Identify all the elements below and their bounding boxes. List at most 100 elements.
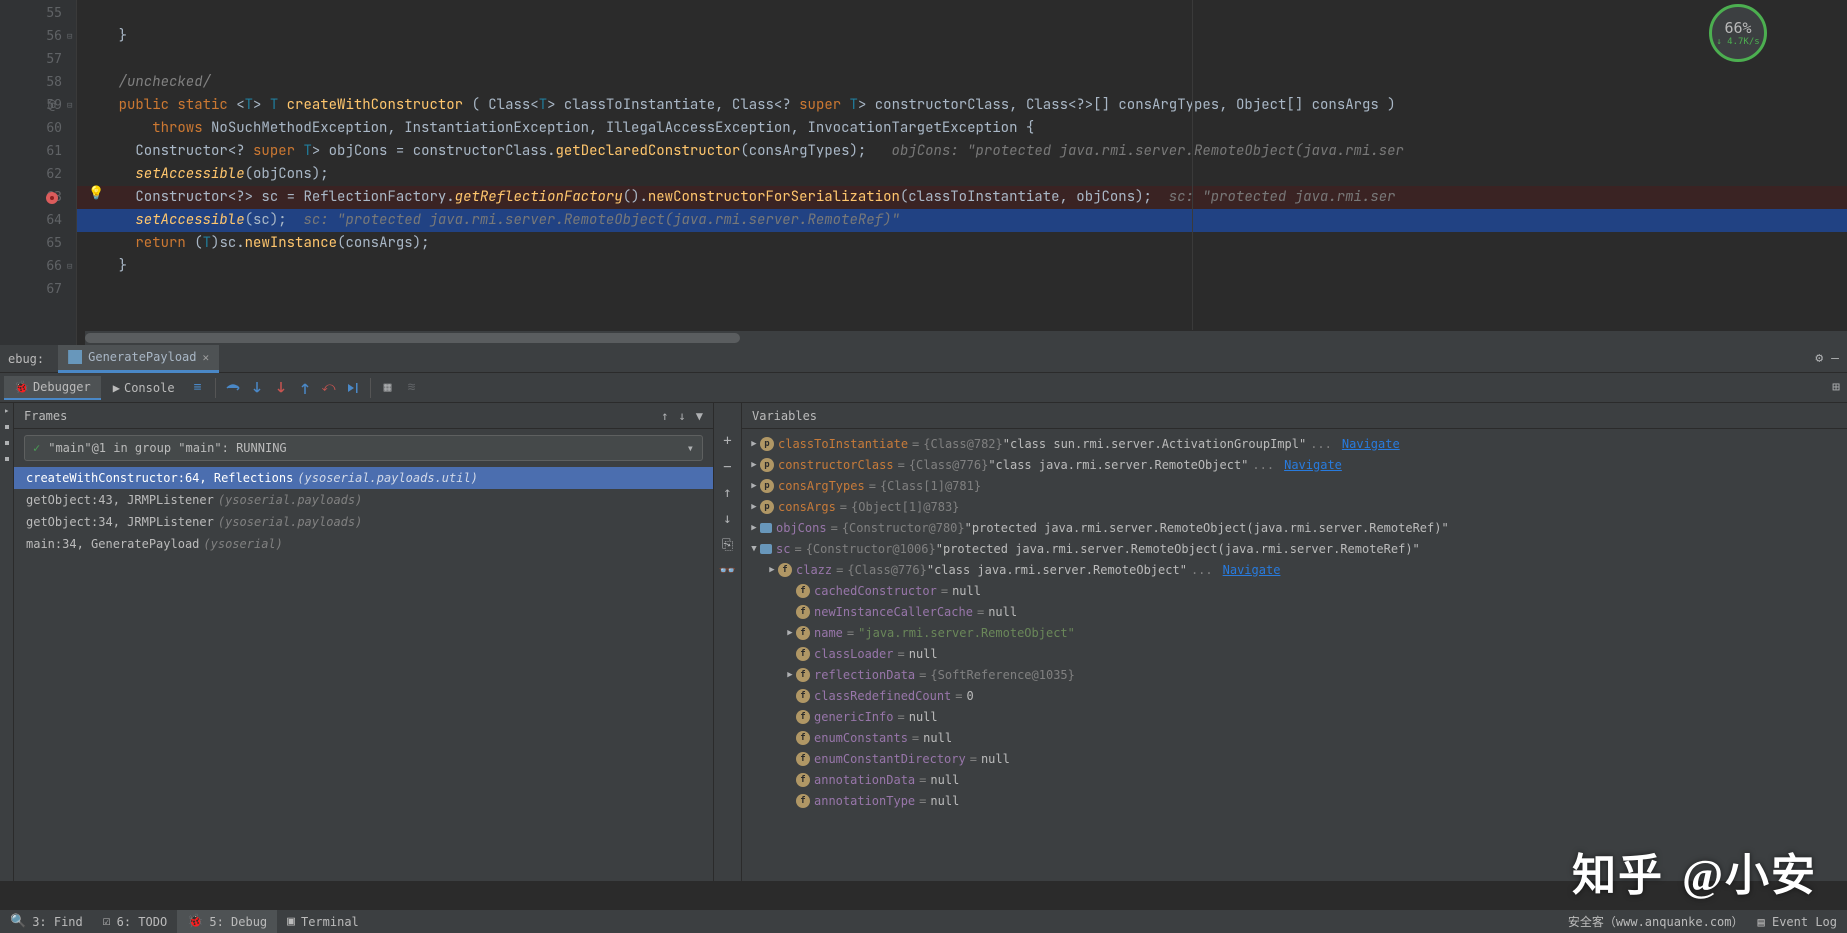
thread-selector[interactable]: ✓ "main"@1 in group "main": RUNNING ▾: [24, 435, 703, 461]
expand-icon[interactable]: ▶: [748, 523, 760, 533]
evaluate-icon[interactable]: ▦: [377, 377, 399, 399]
code-line[interactable]: Constructor<?> sc = ReflectionFactory.ge…: [77, 186, 1847, 209]
expand-icon[interactable]: ▶: [748, 439, 760, 449]
variable-row[interactable]: ▼sc={Constructor@1006} "protected java.r…: [742, 538, 1847, 559]
fold-icon[interactable]: ⊟: [67, 32, 72, 42]
dropdown-icon[interactable]: ▾: [687, 441, 694, 455]
navigate-link[interactable]: Navigate: [1342, 437, 1400, 451]
pause-icon[interactable]: [5, 425, 9, 429]
code-line[interactable]: /unchecked/: [77, 71, 1847, 94]
expand-icon[interactable]: ▼: [748, 544, 760, 554]
navigate-link[interactable]: Navigate: [1284, 458, 1342, 472]
variable-row[interactable]: ▶pconstructorClass={Class@776} "class ja…: [742, 454, 1847, 475]
variable-row[interactable]: fannotationData=null: [742, 769, 1847, 790]
code-line[interactable]: [77, 48, 1847, 71]
gutter-line[interactable]: 59@⊟: [0, 94, 76, 117]
gutter-line[interactable]: 55: [0, 2, 76, 25]
variable-row[interactable]: ▶fclazz={Class@776} "class java.rmi.serv…: [742, 559, 1847, 580]
close-icon[interactable]: ✕: [203, 351, 210, 364]
more-icon[interactable]: [5, 457, 9, 461]
frame-item[interactable]: getObject:43, JRMPListener(ysoserial.pay…: [14, 489, 713, 511]
prev-frame-icon[interactable]: ↑: [661, 409, 668, 423]
variable-row[interactable]: fclassRedefinedCount=0: [742, 685, 1847, 706]
expand-icon[interactable]: ▶: [748, 481, 760, 491]
remove-watch-icon[interactable]: −: [723, 459, 731, 475]
expand-icon[interactable]: ▶: [784, 628, 796, 638]
code-line[interactable]: setAccessible(sc); sc: "protected java.r…: [77, 209, 1847, 232]
resume-icon[interactable]: [5, 409, 9, 413]
code-line[interactable]: throws NoSuchMethodException, Instantiat…: [77, 117, 1847, 140]
variable-row[interactable]: ▶fname="java.rmi.server.RemoteObject": [742, 622, 1847, 643]
frame-item[interactable]: main:34, GeneratePayload(ysoserial): [14, 533, 713, 555]
run-to-cursor-icon[interactable]: [342, 377, 364, 399]
variable-row[interactable]: fenumConstants=null: [742, 727, 1847, 748]
code-line[interactable]: }: [77, 255, 1847, 278]
status-debug[interactable]: 🐞 5: Debug: [177, 910, 277, 933]
expand-icon[interactable]: ▶: [748, 460, 760, 470]
variable-row[interactable]: fenumConstantDirectory=null: [742, 748, 1847, 769]
code-line[interactable]: public static <T> T createWithConstructo…: [77, 94, 1847, 117]
layout-icon[interactable]: ⊞: [1825, 377, 1847, 399]
status-find[interactable]: 🔍 3: Find: [0, 910, 93, 933]
vars-tree[interactable]: ▶pclassToInstantiate={Class@782} "class …: [742, 429, 1847, 881]
editor-hscrollbar-thumb[interactable]: [85, 333, 740, 343]
trace-icon[interactable]: ≋: [401, 377, 423, 399]
code-line[interactable]: return (T)sc.newInstance(consArgs);: [77, 232, 1847, 255]
status-terminal[interactable]: ▣ Terminal: [277, 910, 369, 933]
code-line[interactable]: [77, 278, 1847, 301]
navigate-link[interactable]: Navigate: [1223, 563, 1281, 577]
variable-row[interactable]: fcachedConstructor=null: [742, 580, 1847, 601]
variable-row[interactable]: fannotationType=null: [742, 790, 1847, 811]
step-out-icon[interactable]: [294, 377, 316, 399]
glasses-icon[interactable]: 👓: [719, 563, 736, 579]
variable-row[interactable]: ▶objCons={Constructor@780} "protected ja…: [742, 517, 1847, 538]
variable-row[interactable]: ▶pconsArgs={Object[1]@783}: [742, 496, 1847, 517]
filter-icon[interactable]: ▼: [696, 409, 703, 423]
add-watch-icon[interactable]: +: [723, 433, 731, 449]
code-line[interactable]: }: [77, 25, 1847, 48]
down-icon[interactable]: ↓: [723, 511, 731, 527]
gutter-line[interactable]: 62: [0, 163, 76, 186]
tab-debugger[interactable]: 🐞 Debugger: [4, 376, 101, 400]
variable-row[interactable]: ▶freflectionData={SoftReference@1035}: [742, 664, 1847, 685]
coverage-widget[interactable]: 66% ↓ 4.7K/s: [1709, 4, 1767, 62]
variable-row[interactable]: ▶pclassToInstantiate={Class@782} "class …: [742, 433, 1847, 454]
thread-dump-icon[interactable]: ≡: [187, 377, 209, 399]
editor-hscrollbar[interactable]: [85, 331, 1847, 345]
frame-list[interactable]: createWithConstructor:64, Reflections(ys…: [14, 467, 713, 881]
up-icon[interactable]: ↑: [723, 485, 731, 501]
variable-row[interactable]: fclassLoader=null: [742, 643, 1847, 664]
status-todo[interactable]: ☑ 6: TODO: [93, 910, 177, 933]
intention-bulb-icon[interactable]: 💡: [88, 186, 104, 201]
gutter-line[interactable]: 65: [0, 232, 76, 255]
code-line[interactable]: [77, 2, 1847, 25]
fold-icon[interactable]: ⊟: [67, 101, 72, 111]
gutter-line[interactable]: 56⊟: [0, 25, 76, 48]
gutter-line[interactable]: 57: [0, 48, 76, 71]
override-icon[interactable]: @: [48, 98, 56, 113]
debug-config-tab[interactable]: GeneratePayload ✕: [58, 345, 219, 373]
fold-icon[interactable]: ⊟: [67, 262, 72, 272]
variable-row[interactable]: ▶pconsArgTypes={Class[1]@781}: [742, 475, 1847, 496]
editor-code[interactable]: } /unchecked/ public static <T> T create…: [77, 0, 1847, 345]
tab-console[interactable]: ▶ Console: [103, 377, 185, 399]
drop-frame-icon[interactable]: ⤺: [318, 377, 340, 399]
expand-icon[interactable]: ▶: [748, 502, 760, 512]
force-step-into-icon[interactable]: [270, 377, 292, 399]
breakpoint-icon[interactable]: [46, 192, 58, 204]
next-frame-icon[interactable]: ↓: [679, 409, 686, 423]
frame-item[interactable]: createWithConstructor:64, Reflections(ys…: [14, 467, 713, 489]
step-over-icon[interactable]: [222, 377, 244, 399]
code-line[interactable]: setAccessible(objCons);: [77, 163, 1847, 186]
code-line[interactable]: Constructor<? super T> objCons = constru…: [77, 140, 1847, 163]
copy-icon[interactable]: ⎘: [722, 537, 733, 553]
settings-icon[interactable]: ⚙: [1815, 351, 1823, 366]
variable-row[interactable]: fgenericInfo=null: [742, 706, 1847, 727]
step-into-icon[interactable]: [246, 377, 268, 399]
gutter-line[interactable]: 66⊟: [0, 255, 76, 278]
variable-row[interactable]: fnewInstanceCallerCache=null: [742, 601, 1847, 622]
gutter-line[interactable]: 60: [0, 117, 76, 140]
gutter-line[interactable]: 61: [0, 140, 76, 163]
gutter-line[interactable]: 63: [0, 186, 76, 209]
minimize-icon[interactable]: —: [1831, 351, 1839, 366]
